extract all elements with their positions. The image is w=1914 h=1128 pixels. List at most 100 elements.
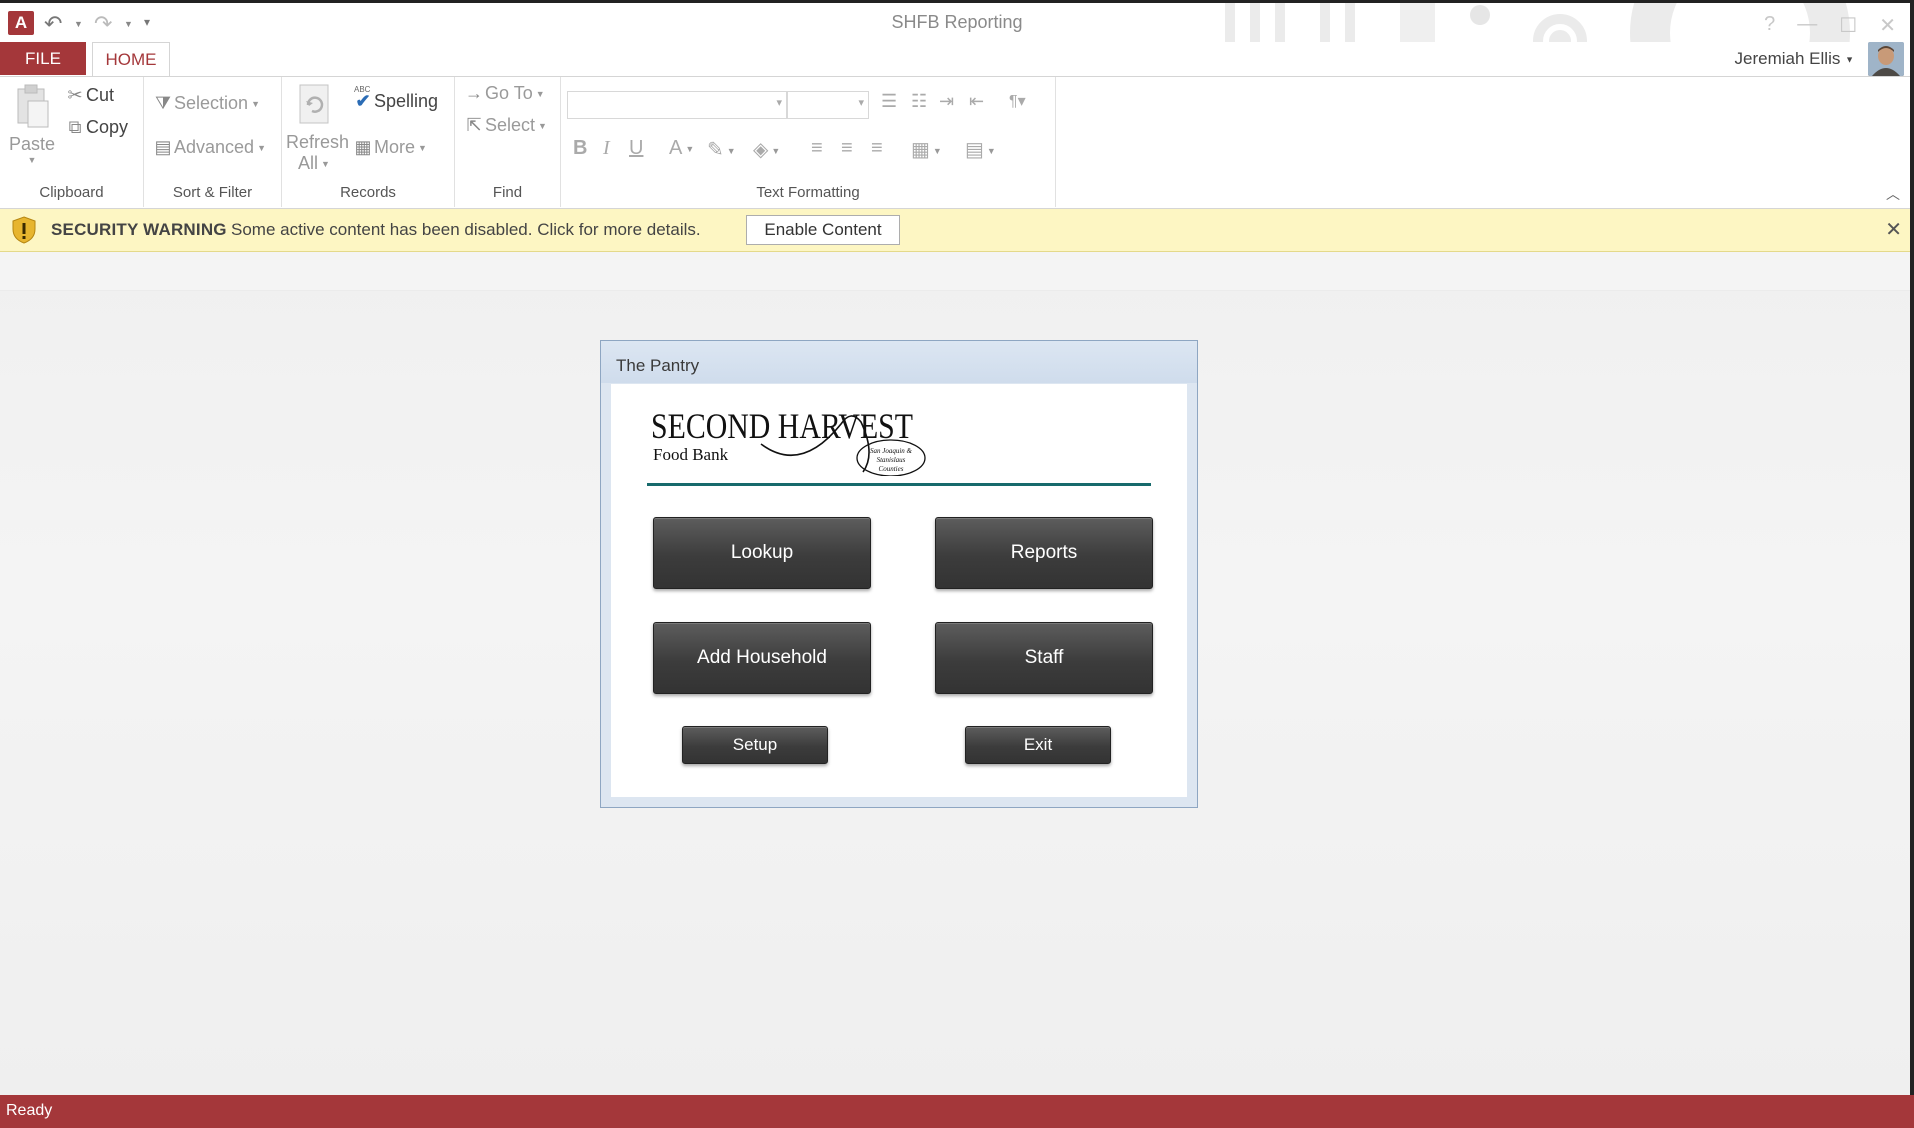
sort-filter-group-label: Sort & Filter (172, 184, 253, 201)
paste-label: Paste (8, 134, 56, 154)
second-harvest-logo: SECOND HARVEST Food Bank San Joaquin & S… (651, 406, 926, 476)
align-left-icon[interactable]: ≡ (811, 137, 823, 160)
advanced-filter-icon: ▤ (154, 137, 172, 157)
spelling-check-icon: ABC ✔ (354, 85, 371, 111)
text-direction-icon[interactable]: ¶▾ (1009, 91, 1026, 111)
filter-icon: ⧩ (154, 93, 172, 113)
advanced-button[interactable]: ▤ Advanced ▼ (152, 137, 266, 158)
arrow-right-icon: → (465, 83, 483, 103)
copy-button[interactable]: ⧉ Copy (64, 117, 128, 138)
goto-button[interactable]: → Go To ▼ (463, 83, 545, 104)
exit-button[interactable]: Exit (965, 726, 1111, 764)
form-title: The Pantry (616, 356, 700, 375)
svg-text:Stanislaus: Stanislaus (877, 456, 906, 464)
more-label: More (374, 137, 416, 157)
staff-button[interactable]: Staff (935, 622, 1153, 694)
clipboard-group: Paste ▼ ✂ Cut ⧉ Copy Clipboard (0, 77, 144, 207)
reports-button[interactable]: Reports (935, 517, 1153, 589)
fill-color-icon[interactable]: ◈ ▼ (753, 137, 780, 162)
maximize-icon[interactable]: ☐ (1839, 13, 1857, 38)
refresh-all-button[interactable]: Refresh All ▼ (286, 83, 350, 174)
sort-filter-group: ⧩ Selection ▼ ▤ Advanced ▼ Sort & Filter (144, 77, 282, 207)
ribbon: Paste ▼ ✂ Cut ⧉ Copy Clipboard ⧩ Selection ▼… (0, 76, 1914, 209)
cursor-icon: ⇱ (466, 115, 482, 135)
goto-label: Go To (485, 83, 533, 103)
more-button[interactable]: ▦ More ▼ (352, 137, 426, 158)
help-icon[interactable]: ? (1764, 13, 1775, 38)
tab-file[interactable]: FILE (0, 42, 86, 75)
status-text: Ready (6, 1102, 53, 1119)
find-group: → Go To ▼ ⇱ Select ▼ Find (455, 77, 561, 207)
close-icon[interactable]: ✕ (1885, 217, 1902, 242)
setup-button[interactable]: Setup (682, 726, 828, 764)
user-name: Jeremiah Ellis (1734, 49, 1841, 68)
text-formatting-group-label: Text Formatting (756, 184, 860, 201)
chevron-down-icon: ▼ (27, 155, 37, 165)
text-formatting-group: ☰ ☷ ⇥ ⇤ ¶▾ B I U A▼ ✎▼ ◈▼ ≡ ≡ ≡ ▦▼ ▤▼ Te… (561, 77, 1056, 207)
security-warning-title: SECURITY WARNING (51, 220, 227, 239)
selection-button[interactable]: ⧩ Selection ▼ (152, 93, 260, 114)
outdent-icon[interactable]: ⇤ (969, 91, 984, 112)
align-center-icon[interactable]: ≡ (841, 137, 853, 160)
underline-button[interactable]: U (629, 137, 643, 160)
copy-icon: ⧉ (68, 117, 82, 137)
svg-text:San Joaquin &: San Joaquin & (870, 447, 913, 455)
close-icon[interactable]: ✕ (1879, 13, 1896, 38)
indent-icon[interactable]: ⇥ (939, 91, 954, 112)
security-warning-message[interactable]: Some active content has been disabled. C… (231, 220, 701, 240)
ribbon-tabs: FILE HOME Jeremiah Ellis ▼ (0, 42, 1914, 76)
enable-content-button[interactable]: Enable Content (746, 215, 900, 245)
clipboard-group-label: Clipboard (39, 184, 104, 201)
bullets-icon[interactable]: ☰ (881, 91, 897, 112)
alternate-row-color-icon[interactable]: ▤ ▼ (965, 137, 996, 162)
form-body: SECOND HARVEST Food Bank San Joaquin & S… (611, 384, 1187, 797)
collapse-ribbon-icon[interactable]: ︿ (1886, 184, 1900, 204)
avatar-photo (1868, 42, 1904, 76)
chevron-down-icon: ▼ (1845, 54, 1854, 65)
select-button[interactable]: ⇱ Select ▼ (463, 115, 547, 136)
cut-label: Cut (86, 85, 115, 105)
svg-text:Food Bank: Food Bank (653, 445, 729, 464)
pantry-form: The Pantry SECOND HARVEST Food Bank San … (600, 340, 1198, 808)
select-label: Select (485, 115, 536, 135)
selection-label: Selection (174, 93, 249, 113)
font-name-combo[interactable] (567, 91, 787, 119)
status-bar: Ready (0, 1095, 1914, 1128)
bold-button[interactable]: B (573, 137, 587, 160)
gridlines-icon[interactable]: ▦ ▼ (911, 137, 942, 162)
refresh-icon (299, 84, 329, 124)
shield-warning-icon (12, 216, 36, 244)
highlight-color-icon[interactable]: ✎ ▼ (707, 137, 736, 162)
lookup-button[interactable]: Lookup (653, 517, 871, 589)
scissors-icon: ✂ (67, 85, 83, 105)
add-household-button[interactable]: Add Household (653, 622, 871, 694)
svg-text:Counties: Counties (879, 465, 904, 473)
copy-label: Copy (86, 117, 129, 137)
spelling-button[interactable]: ABC ✔ Spelling (352, 85, 439, 112)
paste-icon (17, 84, 49, 128)
minimize-icon[interactable]: — (1797, 13, 1817, 38)
find-group-label: Find (492, 184, 523, 201)
italic-button[interactable]: I (603, 137, 610, 160)
logo-divider (647, 483, 1151, 486)
records-group: Refresh All ▼ ABC ✔ Spelling ▦ More ▼ Records (282, 77, 455, 207)
numbering-icon[interactable]: ☷ (911, 91, 927, 112)
window-edge (1910, 0, 1914, 1095)
form-caption[interactable]: The Pantry (601, 341, 1197, 383)
title-bar: A ↶ ▼ ↷ ▼ ▾ SHFB Reporting ? — ☐ ✕ (0, 0, 1914, 79)
svg-text:SECOND HARVEST: SECOND HARVEST (651, 406, 913, 446)
align-right-icon[interactable]: ≡ (871, 137, 883, 160)
font-color-button[interactable]: A ▼ (669, 137, 694, 160)
records-group-label: Records (340, 184, 396, 201)
spelling-label: Spelling (374, 91, 439, 111)
avatar[interactable] (1868, 42, 1904, 76)
paste-button[interactable]: Paste ▼ (8, 83, 56, 165)
tab-home[interactable]: HOME (92, 42, 170, 76)
refresh-label-2: All ▼ (298, 153, 330, 173)
refresh-label-1: Refresh (286, 132, 350, 152)
advanced-label: Advanced (174, 137, 255, 157)
cut-button[interactable]: ✂ Cut (64, 85, 114, 106)
security-warning-bar[interactable]: SECURITY WARNING Some active content has… (0, 209, 1914, 252)
user-account[interactable]: Jeremiah Ellis ▼ (1735, 49, 1854, 69)
font-size-combo[interactable] (787, 91, 869, 119)
